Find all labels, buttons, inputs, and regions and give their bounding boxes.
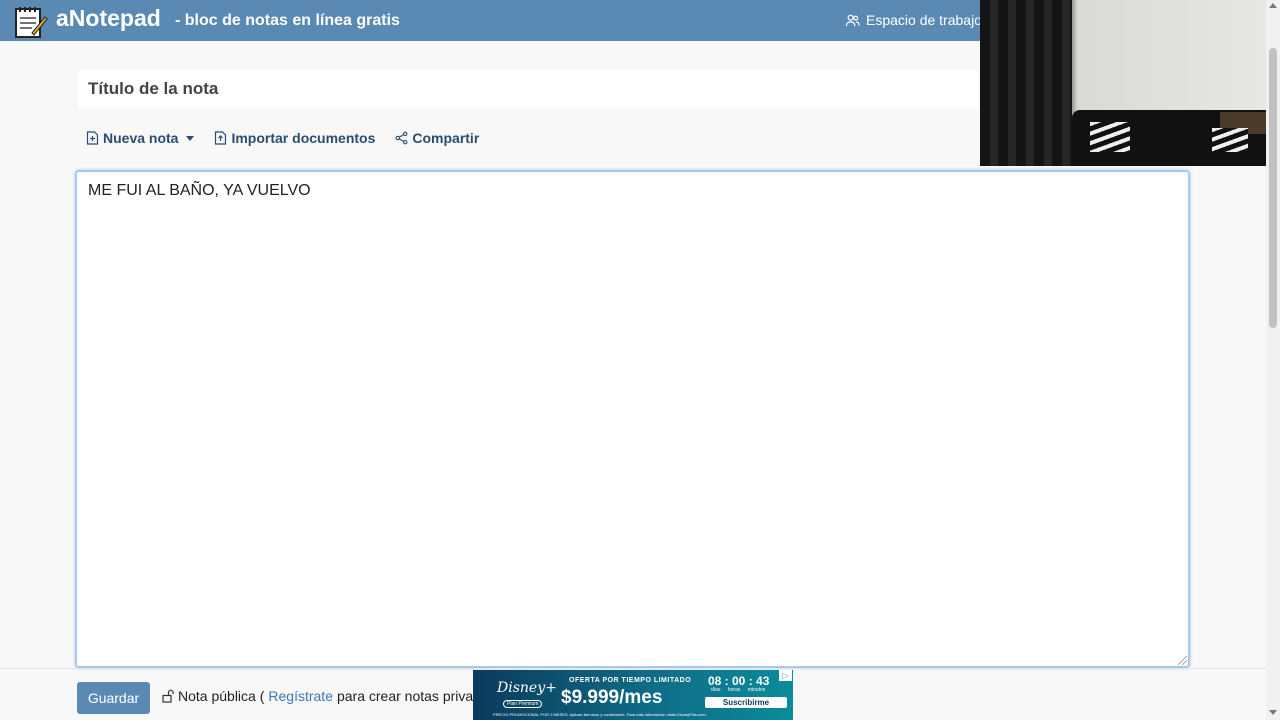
share-label: Compartir [412,130,480,146]
ad-brand-logo: Disney+ [497,680,557,696]
resize-handle[interactable] [1178,656,1187,665]
workspace-label: Espacio de trabajo [866,12,982,28]
ad-countdown-units: días horas minutos [711,687,766,693]
disney-ad-banner[interactable]: Disney+ Plan Premium OFERTA POR TIEMPO L… [473,670,793,720]
public-note-info: Nota pública (Regístrate para crear nota… [162,688,500,704]
share-icon [395,131,408,145]
users-icon [845,14,860,26]
scrollbar-thumb[interactable] [1269,48,1277,328]
ad-choices-icon[interactable]: ▷ [779,670,792,681]
note-title-input[interactable] [78,70,978,108]
import-file-icon [215,131,227,145]
import-label: Importar documentos [231,130,376,146]
ad-price: $9.999/mes [561,687,663,708]
webcam-overlay [980,0,1276,166]
ad-fine-print: PRECIO PROMOCIONAL POR 2 MESES. Aplican … [493,712,707,717]
scroll-down-arrow-icon[interactable] [1269,710,1277,715]
scroll-up-arrow-icon[interactable] [1269,3,1277,8]
brand-name[interactable]: aNotepad [56,5,161,32]
new-file-icon [86,131,99,145]
workspace-link[interactable]: Espacio de trabajo [845,12,982,28]
note-content-editor[interactable]: ME FUI AL BAÑO, YA VUELVO [75,170,1190,668]
import-documents-button[interactable]: Importar documentos [214,130,375,146]
notepad-logo-icon[interactable] [12,3,48,39]
register-link[interactable]: Regístrate [268,688,333,704]
caret-down-icon [186,135,195,141]
save-button[interactable]: Guardar [77,682,150,714]
new-note-dropdown[interactable]: Nueva nota [86,130,195,146]
site-tagline: - bloc de notas en línea gratis [175,12,400,29]
new-note-label: Nueva nota [103,130,179,146]
footer-divider [0,668,1266,669]
ad-plan-badge: Plan Premium [503,700,543,708]
unlock-icon [162,689,174,703]
ad-countdown: 08 : 00 : 43 [708,674,770,688]
note-toolbar: Nueva nota Importar documentos Compartir [86,130,479,146]
ad-offer-text: OFERTA POR TIEMPO LIMITADO [569,677,692,684]
ad-subscribe-button[interactable]: Suscribirme [705,697,787,708]
public-note-prefix: Nota pública ( [178,688,265,704]
share-button[interactable]: Compartir [395,130,479,146]
